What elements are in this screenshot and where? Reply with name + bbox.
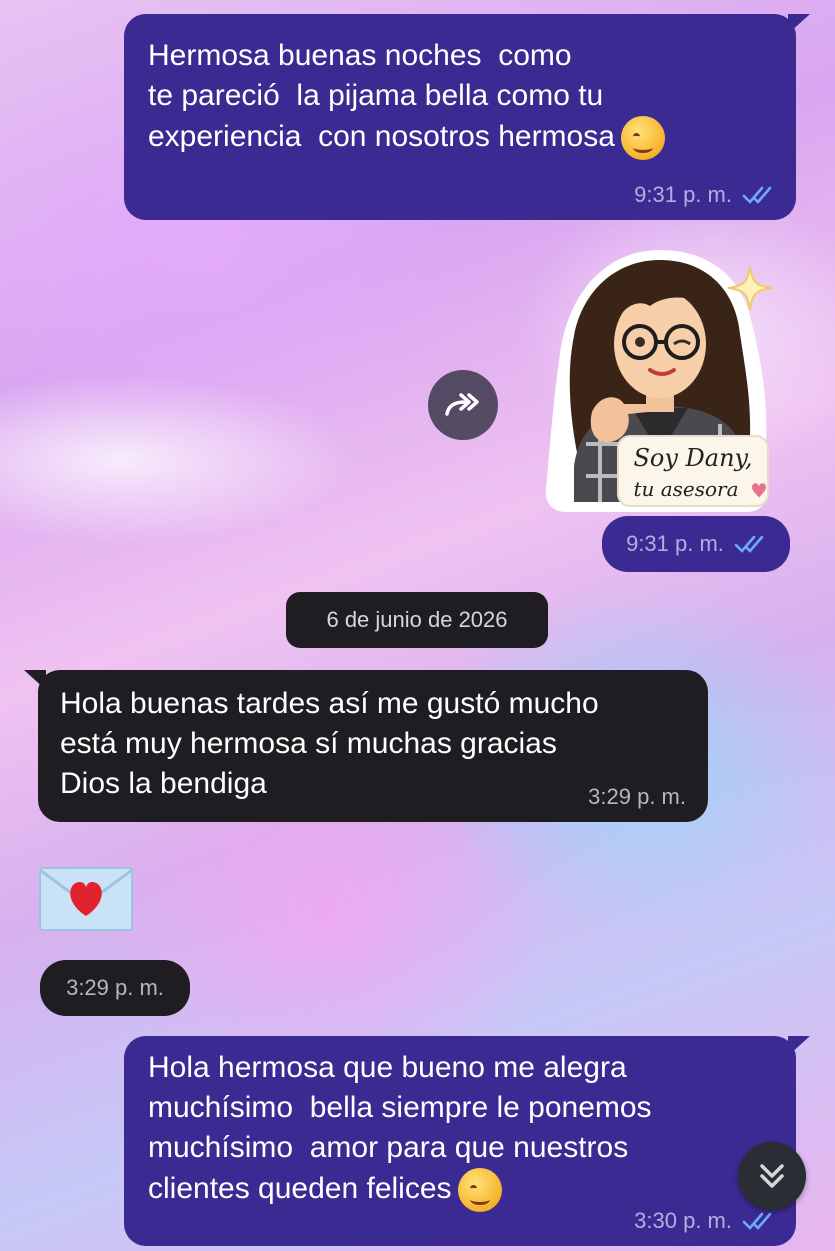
bubble-tail [788, 14, 810, 34]
message-time: 3:29 p. m. [588, 784, 686, 809]
chat-screen: { "messages": { "m1": { "text": "Hermosa… [0, 0, 835, 1251]
outgoing-message-1[interactable]: Hermosa buenas noches como te pareció la… [124, 14, 810, 220]
message-meta: 9:31 p. m. [634, 182, 774, 208]
sticker-caption-line2: tu asesora [633, 477, 738, 501]
message-text: Hermosa buenas noches como te pareció la… [148, 39, 615, 153]
sticker-caption-line1: Soy Dany, [633, 444, 752, 472]
love-letter-message[interactable] [38, 864, 134, 934]
sticker-timestamp: 9:31 p. m. [602, 516, 790, 572]
double-chevron-down-icon [760, 1164, 784, 1188]
message-time: 9:31 p. m. [626, 531, 724, 556]
date-divider: 6 de junio de 2026 [286, 592, 548, 648]
love-letter-icon [39, 867, 133, 931]
message-meta: 3:30 p. m. [634, 1208, 774, 1234]
forward-button[interactable] [428, 370, 498, 440]
outgoing-message-2[interactable]: Hola hermosa que bueno me alegra muchísi… [124, 1036, 810, 1246]
love-letter-timestamp: 3:29 p. m. [40, 960, 190, 1016]
message-time: 3:30 p. m. [634, 1208, 732, 1233]
sparkle-icon [727, 265, 773, 311]
scroll-to-bottom-button[interactable] [738, 1142, 806, 1210]
bubble-tail [788, 1036, 810, 1056]
message-text: Hola hermosa que bueno me alegra muchísi… [148, 1051, 652, 1205]
forward-icon [445, 393, 479, 416]
smiling-face-with-hearts-icon [620, 116, 665, 160]
double-check-icon [742, 186, 772, 204]
message-meta: 3:29 p. m. [588, 784, 686, 810]
date-divider-text: 6 de junio de 2026 [326, 607, 508, 632]
bubble-tail [24, 670, 46, 690]
incoming-message-1[interactable]: Hola buenas tardes así me gustó mucho es… [24, 670, 708, 822]
double-check-icon [734, 535, 764, 553]
smiling-face-icon [457, 1168, 502, 1212]
double-check-icon [742, 1212, 772, 1230]
message-time: 9:31 p. m. [634, 182, 732, 207]
message-time: 3:29 p. m. [66, 975, 164, 1000]
